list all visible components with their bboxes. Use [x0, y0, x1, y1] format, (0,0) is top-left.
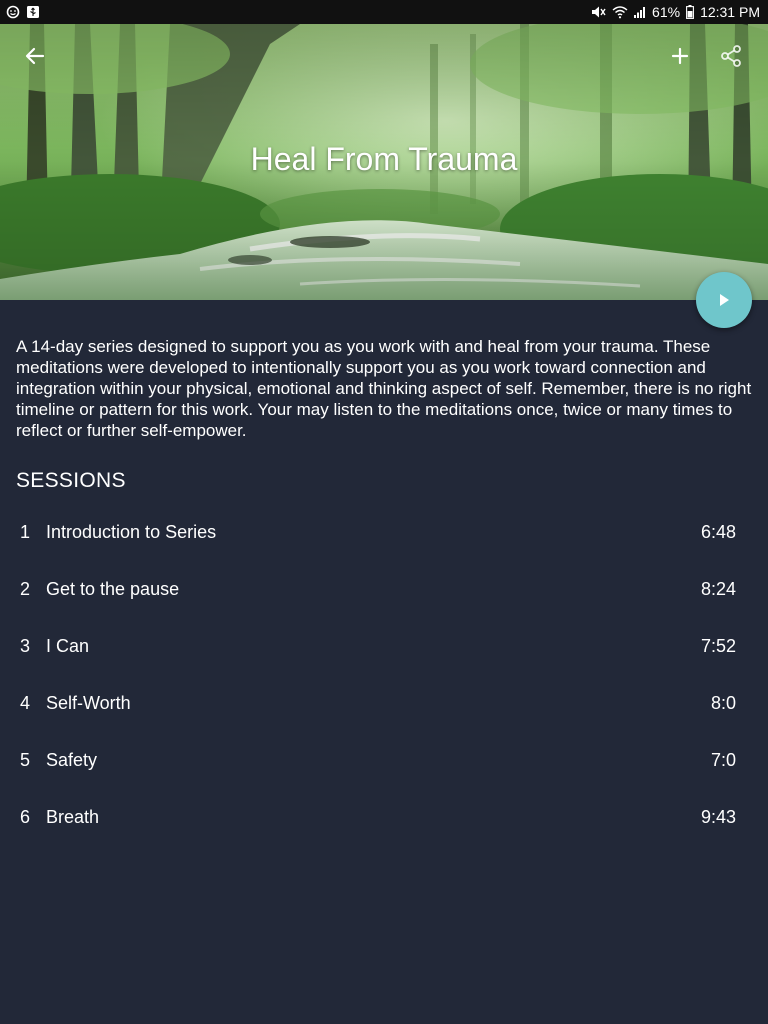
sessions-header: SESSIONS [16, 469, 126, 492]
hero-banner: Heal From Trauma [0, 24, 768, 300]
session-number: 4 [20, 693, 31, 713]
session-number: 5 [20, 750, 31, 770]
session-duration: 6:48 [700, 522, 736, 542]
session-title: Breath [46, 807, 100, 827]
session-row[interactable]: 1 Introduction to Series 6:48 [0, 504, 768, 561]
add-button[interactable] [660, 36, 700, 76]
session-number: 3 [20, 636, 31, 656]
session-title: Self-Worth [46, 693, 131, 713]
status-left [6, 5, 40, 19]
status-bar: 61% 12:31 PM [0, 0, 768, 24]
session-title: I Can [46, 636, 90, 656]
battery-icon [686, 5, 695, 19]
session-row[interactable]: 5 Safety 7:0 [0, 732, 768, 789]
session-number: 2 [20, 579, 31, 599]
session-title: Introduction to Series [46, 522, 217, 542]
share-button[interactable] [711, 36, 751, 76]
play-icon [720, 294, 729, 306]
session-duration: 7:0 [710, 750, 736, 770]
session-duration: 8:24 [700, 579, 736, 599]
notification-app-icon [6, 5, 20, 19]
usb-icon [26, 5, 40, 19]
session-duration: 8:0 [710, 693, 736, 713]
status-right: 61% 12:31 PM [591, 4, 760, 20]
session-list: 1 Introduction to Series 6:48 2 Get to t… [0, 504, 768, 846]
session-number: 6 [20, 807, 31, 827]
session-duration: 9:43 [700, 807, 736, 827]
page-title: Heal From Trauma [250, 141, 518, 177]
session-row[interactable]: 2 Get to the pause 8:24 [0, 561, 768, 618]
battery-percent: 61% [652, 4, 681, 20]
mute-icon [591, 5, 606, 19]
session-row[interactable]: 4 Self-Worth 8:0 [0, 675, 768, 732]
session-title: Safety [46, 750, 98, 770]
session-title: Get to the pause [46, 579, 180, 599]
play-button[interactable] [696, 272, 752, 328]
arrow-left-icon [25, 47, 45, 65]
back-button[interactable] [15, 36, 55, 76]
plus-icon [671, 47, 689, 65]
session-row[interactable]: 3 I Can 7:52 [0, 618, 768, 675]
clock: 12:31 PM [700, 4, 760, 20]
series-description: A 14-day series designed to support you … [16, 337, 752, 440]
session-number: 1 [20, 522, 31, 542]
session-duration: 7:52 [700, 636, 736, 656]
session-row[interactable]: 6 Breath 9:43 [0, 789, 768, 846]
signal-icon [634, 5, 646, 19]
wifi-icon [612, 5, 628, 19]
share-icon [721, 45, 741, 67]
